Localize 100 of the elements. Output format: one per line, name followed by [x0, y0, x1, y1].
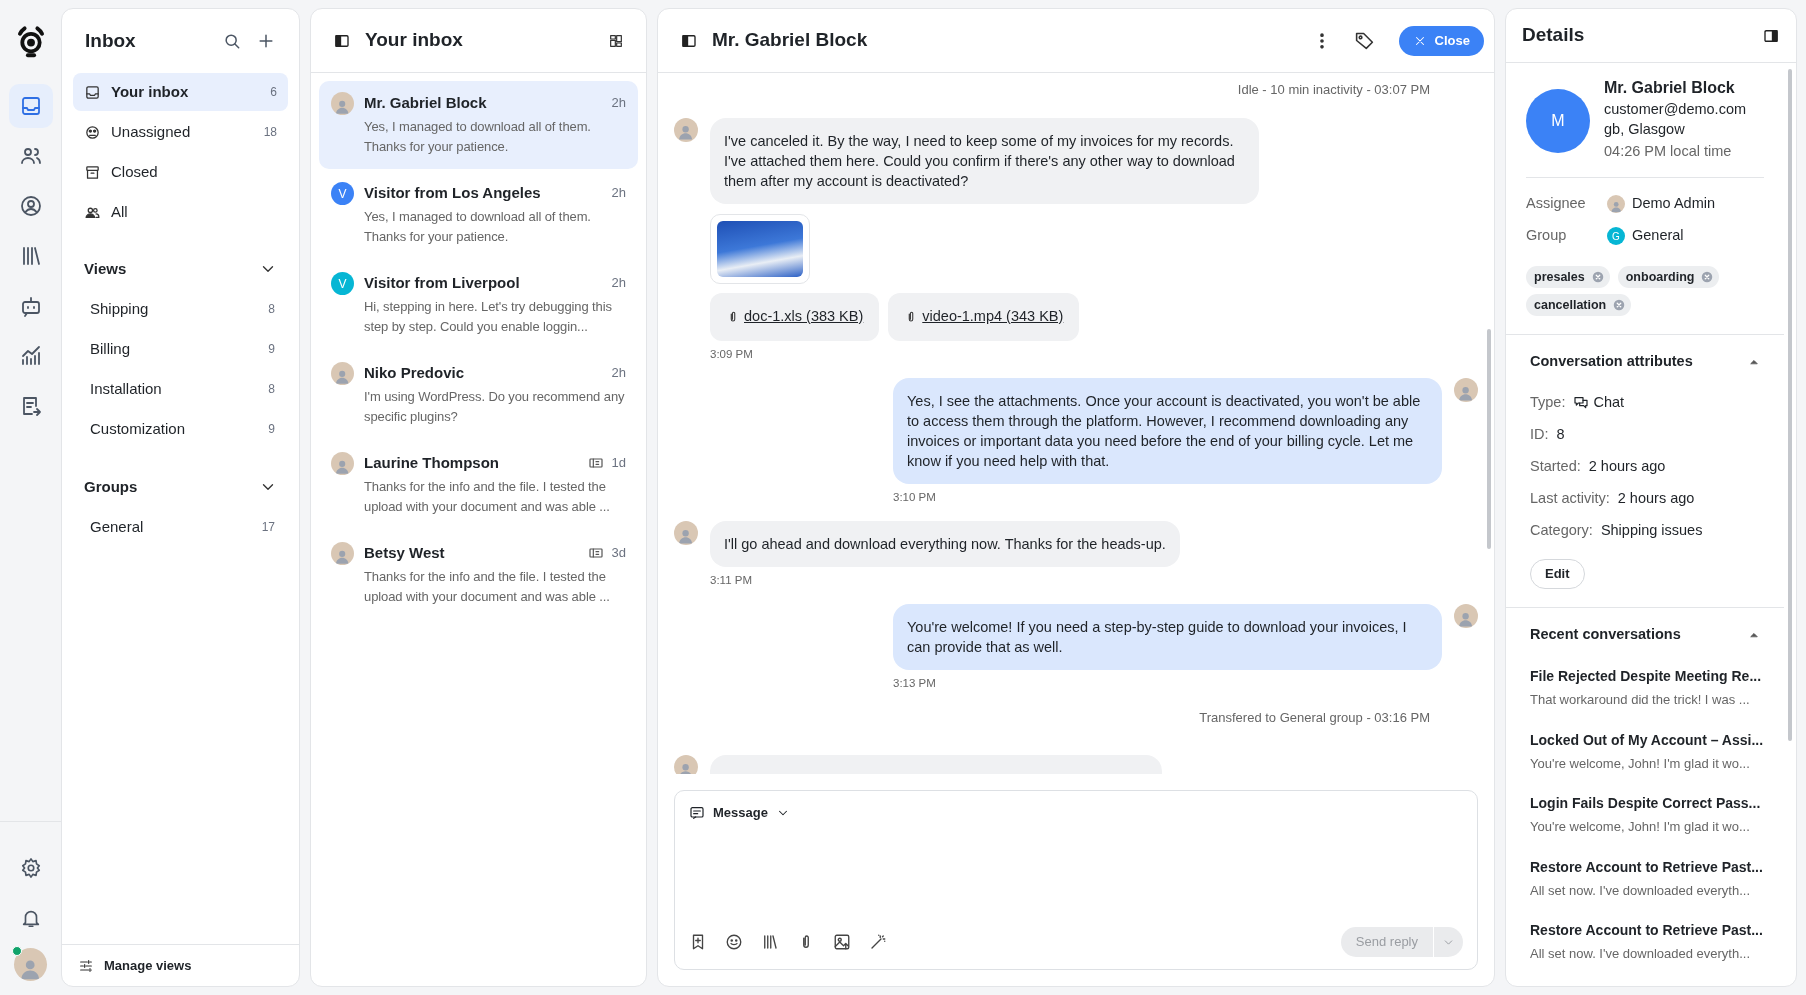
folder-label: All: [111, 201, 129, 222]
contact-name: Visitor from Liverpool: [364, 272, 521, 293]
time-label: 2h: [611, 274, 626, 293]
field-value: General: [1632, 226, 1684, 246]
face-icon: [84, 123, 101, 141]
field-label: Assignee: [1526, 194, 1587, 214]
image-upload-icon[interactable]: [833, 933, 851, 951]
settings-icon: [19, 857, 42, 879]
view-label: General: [90, 516, 145, 537]
view-label: Installation: [90, 378, 163, 399]
view-count: 9: [268, 421, 275, 438]
avatar: [1607, 195, 1625, 213]
section-title: Conversation attributes: [1530, 352, 1694, 372]
contact-avatar: M: [1526, 89, 1590, 153]
time-label: 2h: [611, 184, 626, 203]
reply-composer[interactable]: Message Send reply: [674, 790, 1478, 970]
contact-name: Mr. Gabriel Block: [364, 92, 488, 113]
close-button[interactable]: Close: [1398, 25, 1484, 56]
avatar: [674, 755, 698, 774]
rail-button[interactable]: [8, 84, 53, 128]
view-item[interactable]: Customization 9: [62, 409, 299, 449]
manage-views-button[interactable]: Manage views: [62, 944, 299, 986]
scrollbar[interactable]: [1487, 329, 1491, 549]
recent-conversation-item[interactable]: Restore Account to Retrieve Past... All set now. I've downloaded everyth...: [1530, 920, 1760, 964]
folder-count: 18: [263, 124, 277, 141]
conversation-title: File Rejected Despite Meeting Re...: [1530, 667, 1760, 686]
message-preview: All set now. I've downloaded everyth...: [1530, 881, 1751, 900]
panel-title: Details: [1522, 23, 1586, 48]
tag-chip[interactable]: presales: [1526, 266, 1610, 288]
search-icon[interactable]: [222, 31, 242, 51]
time-label: 2h: [611, 364, 626, 383]
conversation-item[interactable]: Betsy West 3d Thanks for the info and the file. I tested the upload with your document and was able ...: [319, 531, 638, 619]
field-label: Group: [1526, 226, 1568, 246]
conversation-item[interactable]: Laurine Thompson 1d Thanks for the info and the file. I tested the upload with your document and was able ...: [319, 441, 638, 529]
group-avatar: G: [1607, 227, 1625, 245]
avatar: [674, 521, 698, 545]
contact-name: Laurine Thompson: [364, 452, 500, 473]
recent-conversation-item[interactable]: Login Fails Despite Correct Pass... You're welcome, John! I'm glad it wo...: [1530, 793, 1760, 837]
message-type-dropdown[interactable]: Message: [689, 803, 790, 823]
conversation-title: Mr. Gabriel Block: [712, 28, 869, 53]
contact-name: Visitor from Los Angeles: [364, 182, 542, 203]
recent-conversation-item[interactable]: Restore Account to Retrieve Past... All set now. I've downloaded everyth...: [1530, 856, 1760, 900]
file-attachment-link[interactable]: video-1.mp4 (343 KB): [888, 292, 1080, 341]
message-preview: Hi, stepping in here. Let's try debugging this step by step. Could you enable loggin...: [364, 298, 613, 336]
emoji-icon[interactable]: [725, 933, 743, 951]
message-bubble: I've canceled it. By the way, I need to keep some of my invoices for my records. I've attached them here. Could you confirm if there's any other way to download them after my account is deactivated?: [710, 117, 1259, 204]
folder-item[interactable]: Unassigned 18: [73, 113, 288, 151]
library-icon[interactable]: [761, 933, 779, 951]
section-title: Recent conversations: [1530, 625, 1682, 645]
view-item[interactable]: Billing 9: [62, 329, 299, 369]
message-preview: I'm using WordPress. Do you recommend any specific plugins?: [364, 388, 626, 426]
folder-item[interactable]: All: [73, 193, 288, 231]
tag-chip[interactable]: cancellation: [1526, 294, 1632, 316]
panel-title: Your inbox: [365, 28, 464, 53]
time-label: 3d: [611, 544, 626, 563]
message-time: 3:10 PM: [893, 489, 936, 505]
contact-name: Betsy West: [364, 542, 446, 563]
avatar: [331, 452, 354, 475]
recent-conversation-item[interactable]: File Rejected Despite Meeting Re... That workaround did the trick! I was ...: [1530, 666, 1760, 710]
message-time: 3:13 PM: [893, 676, 936, 692]
avatar: V: [331, 182, 354, 205]
image-attachment[interactable]: [710, 213, 810, 284]
chat-icon: [1573, 395, 1590, 411]
avatar: [1454, 377, 1478, 402]
view-count: 8: [268, 301, 275, 318]
conversation-item[interactable]: Mr. Gabriel Block 2h Yes, I managed to download all of them. Thanks for your patience.: [319, 81, 638, 169]
view-item[interactable]: General 17: [62, 507, 299, 547]
message-icon: [689, 804, 705, 821]
folder-label: Closed: [111, 161, 159, 182]
tag-icon[interactable]: [1353, 30, 1375, 51]
view-count: 17: [261, 519, 275, 536]
file-attachment-link[interactable]: doc-1.xls (383 KB): [710, 292, 880, 341]
sliders-icon: [78, 957, 94, 974]
message-time: 3:09 PM: [710, 346, 753, 362]
inbox-icon: [84, 83, 101, 101]
view-label: Customization: [90, 418, 187, 439]
attribute-label: Category:: [1530, 521, 1593, 541]
conversation-item[interactable]: V Visitor from Los Angeles 2h Yes, I managed to download all of them. Thanks for your patience.: [319, 171, 638, 259]
folder-item[interactable]: Closed: [73, 153, 288, 191]
conversation-title: Restore Account to Retrieve Past...: [1530, 857, 1760, 877]
avatar: [331, 542, 354, 565]
view-item[interactable]: Installation 8: [62, 369, 299, 409]
tag-chip[interactable]: onboarding: [1617, 266, 1720, 288]
conversation-item[interactable]: V Visitor from Liverpool 2h Hi, stepping in here. Let's try debugging this step by step. Could you enable loggin...: [319, 261, 638, 349]
button-label: Manage views: [104, 956, 192, 975]
folder-item[interactable]: Your inbox 6: [73, 73, 288, 111]
user-avatar[interactable]: [14, 948, 47, 981]
grid-icon[interactable]: [608, 32, 624, 49]
view-label: Shipping: [90, 298, 150, 319]
message-preview: You're welcome, John! I'm glad it wo...: [1530, 818, 1751, 836]
magic-wand-icon[interactable]: [869, 933, 887, 951]
contact-name: Mr. Gabriel Block: [1604, 78, 1736, 98]
avatar: [331, 92, 354, 115]
event-note: Transfered to General group - 03:16 PM: [1199, 708, 1430, 727]
scrollbar[interactable]: [1788, 69, 1792, 741]
archive-icon: [84, 163, 101, 181]
folder-count: 6: [270, 84, 277, 101]
view-item[interactable]: Shipping 8: [62, 289, 299, 329]
conversation-item[interactable]: Niko Predovic 2h I'm using WordPress. Do you recommend any specific plugins?: [319, 351, 638, 439]
time-label: 2h: [611, 94, 626, 113]
